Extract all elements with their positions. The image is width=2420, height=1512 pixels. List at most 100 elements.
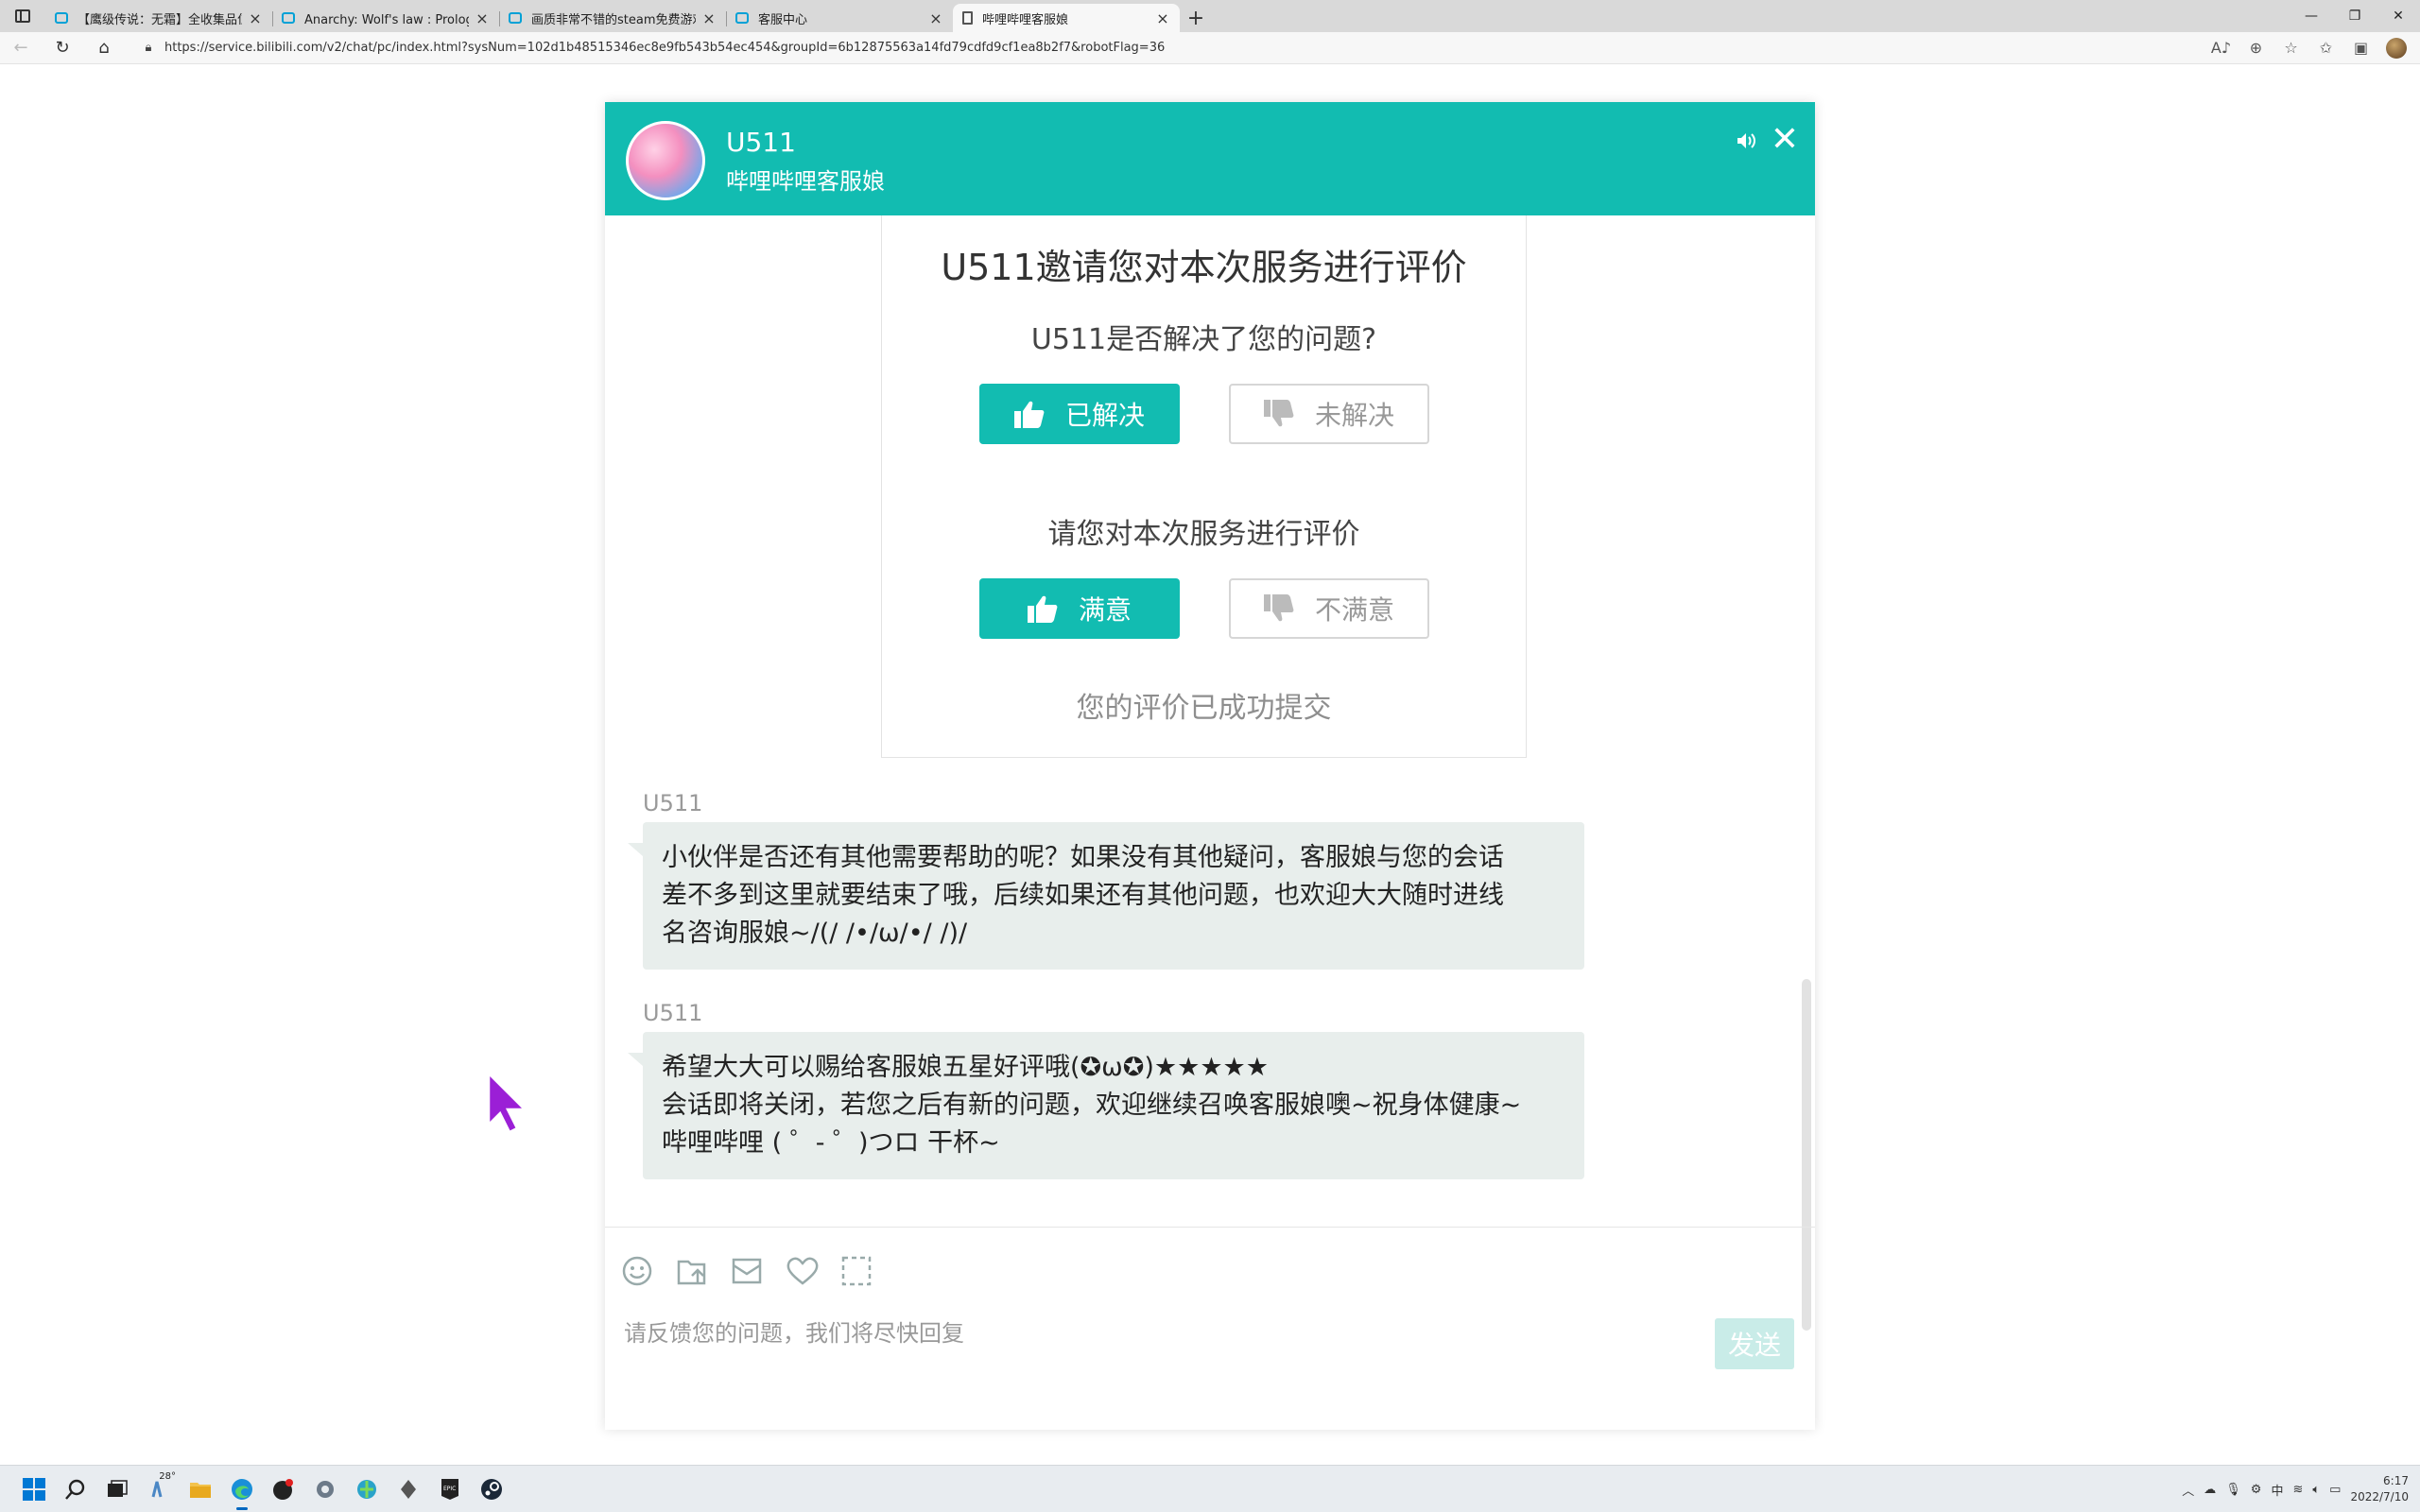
- resolved-question: U511是否解决了您的问题?: [1030, 323, 1377, 356]
- rating-card: U511邀请您对本次服务进行评价 U511是否解决了您的问题? 已解决 未解决 …: [881, 215, 1527, 758]
- app-icon-1[interactable]: [263, 1466, 304, 1512]
- clock-date: 2022/7/10: [2350, 1490, 2409, 1503]
- home-icon[interactable]: ⌂: [83, 32, 125, 64]
- browser-tab-active[interactable]: 哔哩哔哩客服娘 ×: [953, 4, 1180, 32]
- browser-tab[interactable]: 客服中心 ×: [726, 4, 953, 32]
- message-line: 名咨询服娘~/(/ /•/ω/•/ /)/: [662, 919, 968, 948]
- thumbs-down-icon: [1263, 400, 1294, 427]
- tab-title: 画质非常不错的steam免费游戏，: [531, 12, 696, 27]
- restore-icon[interactable]: ❐: [2333, 0, 2377, 32]
- close-tab-icon[interactable]: ×: [248, 9, 263, 27]
- url-field[interactable]: https://service.bilibili.com/v2/chat/pc/…: [164, 41, 2204, 55]
- screenshot-icon[interactable]: [841, 1252, 896, 1290]
- chat-window: U511 哔哩哔哩客服娘 ✕ U511邀请您对本次服务进行评价 U511是否解决…: [605, 102, 1815, 1430]
- read-aloud-icon[interactable]: A♪: [2204, 34, 2238, 62]
- settings-icon[interactable]: [304, 1466, 346, 1512]
- svg-text:EPIC: EPIC: [443, 1486, 456, 1492]
- browser-tab[interactable]: 【鹰级传说：无霜】全收集品位置 ×: [45, 4, 272, 32]
- microphone-icon[interactable]: 🎙︎: [2225, 1483, 2241, 1497]
- resolved-button-row: 已解决 未解决: [979, 384, 1429, 444]
- unsatisfied-button[interactable]: 不满意: [1229, 578, 1429, 639]
- tab-title: 【鹰级传说：无霜】全收集品位置: [78, 12, 242, 27]
- file-explorer-icon[interactable]: [180, 1466, 221, 1512]
- tab-title: 哔哩哔哩客服娘: [982, 12, 1069, 27]
- lock-icon[interactable]: 🔒︎: [132, 41, 164, 55]
- agent-role: 哔哩哔哩客服娘: [726, 168, 885, 195]
- tab-actions-button[interactable]: [0, 0, 45, 32]
- upload-file-icon[interactable]: [677, 1252, 732, 1290]
- taskbar: 28° EPIC ︿ ☁ 🎙︎ ⚙ 中 ≋ 🔈︎ ▭ 6:17 2022/7/1…: [0, 1465, 2420, 1512]
- close-tab-icon[interactable]: ×: [928, 9, 943, 27]
- message-bubble: 小伙伴是否还有其他需要帮助的呢？如果没有其他疑问，客服娘与您的会话 差不多到这里…: [628, 822, 1584, 970]
- task-view-icon[interactable]: [96, 1466, 138, 1512]
- agent-avatar: [626, 121, 705, 200]
- rating-status: 您的评价已成功提交: [1076, 692, 1332, 725]
- edge-browser-icon[interactable]: [221, 1466, 263, 1512]
- cloud-icon[interactable]: ☁: [2204, 1483, 2216, 1497]
- satisfied-button[interactable]: 满意: [979, 578, 1180, 639]
- document-icon: [962, 11, 973, 25]
- resolved-button[interactable]: 已解决: [979, 384, 1180, 444]
- show-hidden-icons-icon[interactable]: ︿: [2182, 1481, 2194, 1499]
- steam-icon[interactable]: [471, 1466, 512, 1512]
- add-favorite-icon[interactable]: ☆: [2273, 34, 2308, 62]
- search-icon[interactable]: [55, 1466, 96, 1512]
- speaker-icon[interactable]: [1734, 129, 1758, 153]
- message-icon[interactable]: [732, 1252, 786, 1290]
- new-tab-button[interactable]: +: [1180, 4, 1212, 32]
- bilibili-icon: [282, 12, 295, 24]
- browser-tab[interactable]: Anarchy: Wolf's law : Prologue_哔 ×: [272, 4, 499, 32]
- chat-messages[interactable]: U511邀请您对本次服务进行评价 U511是否解决了您的问题? 已解决 未解决 …: [605, 215, 1815, 1227]
- bilibili-icon: [509, 12, 522, 24]
- message-line: 希望大大可以赐给客服娘五星好评哦(✪ω✪)★★★★★: [662, 1053, 1269, 1082]
- message-input[interactable]: 请反馈您的问题，我们将尽快回复: [624, 1314, 964, 1348]
- minimize-icon[interactable]: —: [2290, 0, 2333, 32]
- back-icon[interactable]: ←: [0, 32, 42, 64]
- battery-icon[interactable]: ▭: [2329, 1483, 2341, 1497]
- message-bubble: 希望大大可以赐给客服娘五星好评哦(✪ω✪)★★★★★ 会话即将关闭，若您之后有新…: [628, 1032, 1584, 1179]
- profile-avatar[interactable]: [2386, 37, 2407, 59]
- epic-games-icon[interactable]: EPIC: [429, 1466, 471, 1512]
- heart-icon[interactable]: [786, 1252, 841, 1290]
- weather-widget[interactable]: 28°: [138, 1466, 180, 1512]
- window-controls: — ❐ ✕: [2290, 0, 2420, 32]
- message-sender: U511: [643, 1000, 703, 1026]
- mouse-cursor-icon: [487, 1070, 532, 1138]
- address-bar: ← ↻ ⌂ 🔒︎ https://service.bilibili.com/v2…: [0, 32, 2420, 64]
- close-tab-icon[interactable]: ×: [475, 9, 490, 27]
- close-tab-icon[interactable]: ×: [1155, 9, 1170, 27]
- close-tab-icon[interactable]: ×: [701, 9, 717, 27]
- wifi-icon[interactable]: ≋: [2292, 1483, 2303, 1497]
- close-icon[interactable]: ✕: [1768, 123, 1802, 157]
- message-line: 会话即将关闭，若您之后有新的问题，欢迎继续召唤客服娘噢~祝身体健康~: [662, 1091, 1522, 1120]
- start-button[interactable]: [13, 1466, 55, 1512]
- clock[interactable]: 6:17 2022/7/10: [2350, 1473, 2409, 1505]
- zoom-icon[interactable]: ⊕: [2238, 34, 2273, 62]
- clock-time: 6:17: [2383, 1474, 2409, 1487]
- browser-tab[interactable]: 画质非常不错的steam免费游戏， ×: [499, 4, 726, 32]
- unresolved-label: 未解决: [1314, 400, 1394, 431]
- windows-icon: [23, 1478, 45, 1501]
- unresolved-button[interactable]: 未解决: [1229, 384, 1429, 444]
- app-icon-2[interactable]: [346, 1466, 388, 1512]
- app-icon-3[interactable]: [388, 1466, 429, 1512]
- refresh-icon[interactable]: ↻: [42, 32, 83, 64]
- bilibili-icon: [735, 12, 749, 24]
- collections-icon[interactable]: ▣: [2343, 34, 2378, 62]
- emoji-icon[interactable]: [622, 1252, 677, 1290]
- bilibili-icon: [55, 12, 68, 24]
- satisfied-label: 满意: [1078, 594, 1132, 626]
- window-close-icon[interactable]: ✕: [2377, 0, 2420, 32]
- chat-input-area: 请反馈您的问题，我们将尽快回复 发送: [605, 1227, 1815, 1430]
- system-tray: ︿ ☁ 🎙︎ ⚙ 中 ≋ 🔈︎ ▭ 6:17 2022/7/10: [2172, 1466, 2409, 1512]
- browser-tab-bar: 【鹰级传说：无霜】全收集品位置 × Anarchy: Wolf's law : P…: [0, 0, 2420, 32]
- send-button[interactable]: 发送: [1715, 1318, 1794, 1369]
- thumbs-up-icon: [1027, 595, 1058, 623]
- message-line: 哔哩哔哩 ( ゜- ゜)つロ 干杯~: [662, 1128, 1000, 1158]
- tab-title: Anarchy: Wolf's law : Prologue_哔: [304, 12, 469, 27]
- favorites-icon[interactable]: ✩: [2308, 34, 2343, 62]
- network-tray-icon[interactable]: ⚙: [2251, 1483, 2262, 1497]
- ime-icon[interactable]: 中: [2271, 1481, 2283, 1499]
- volume-icon[interactable]: 🔈︎: [2312, 1483, 2320, 1497]
- input-toolbar: [622, 1252, 896, 1290]
